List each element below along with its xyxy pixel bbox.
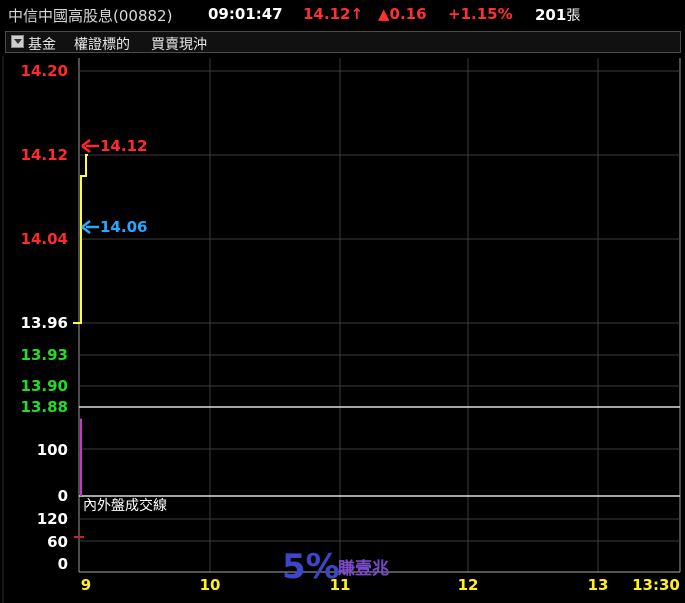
time-axis-label: 12: [458, 576, 479, 594]
time-axis-label: 13:30: [632, 576, 680, 594]
intraday-chart[interactable]: 14.20 14.12 14.04 13.96 13.93 13.90 13.8…: [0, 0, 685, 603]
time-axis-label: 10: [200, 576, 221, 594]
svg-text:14.06: 14.06: [100, 218, 147, 236]
volume-axis-label: 100: [37, 441, 68, 459]
price-axis-label: 14.20: [21, 62, 68, 80]
price-axis-label: 13.88: [21, 398, 68, 416]
bs-line-title: 內外盤成交線: [83, 497, 167, 514]
volume-axis-label: 0: [58, 487, 68, 505]
svg-text:14.12: 14.12: [100, 137, 147, 155]
price-axis-label: 13.96: [21, 314, 68, 332]
time-axis-label: 9: [81, 576, 91, 594]
price-axis-label: 13.90: [21, 377, 68, 395]
price-axis-label: 14.04: [21, 230, 68, 248]
bs-axis-label: 60: [47, 533, 68, 551]
bs-axis-label: 120: [37, 510, 68, 528]
time-axis-label: 13: [588, 576, 609, 594]
price-axis-label: 13.93: [21, 346, 68, 364]
svg-text:5%: 5%: [282, 547, 340, 587]
bs-axis-label: 0: [58, 555, 68, 573]
svg-text:賺壹兆: 賺壹兆: [338, 558, 389, 579]
price-axis-label: 14.12: [21, 146, 68, 164]
